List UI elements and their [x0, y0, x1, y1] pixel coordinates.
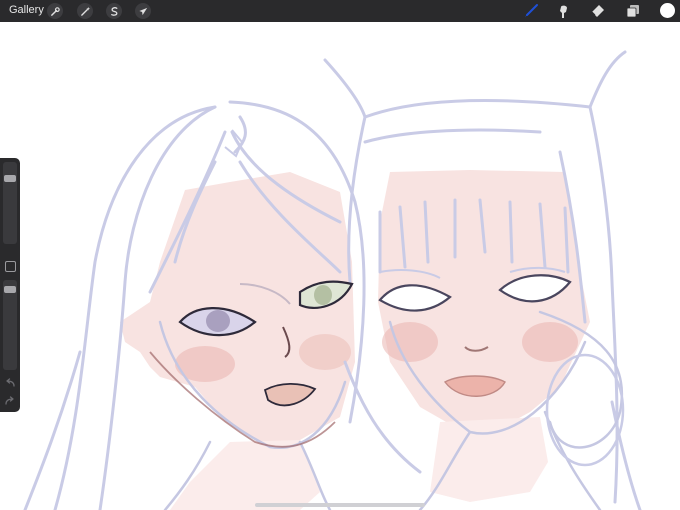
- opacity-thumb[interactable]: [4, 285, 16, 293]
- redo-arrow-icon[interactable]: [4, 396, 16, 406]
- drawing-canvas[interactable]: [0, 22, 680, 510]
- modify-button[interactable]: [5, 261, 16, 272]
- right-blush-right: [522, 322, 578, 362]
- brush-size-thumb[interactable]: [4, 174, 16, 182]
- gallery-button[interactable]: Gallery: [9, 4, 44, 16]
- smudge-icon[interactable]: [555, 2, 573, 20]
- top-toolbar: Gallery: [0, 0, 680, 22]
- selection-icon[interactable]: [106, 3, 122, 19]
- magic-wand-icon[interactable]: [77, 3, 93, 19]
- opacity-slider[interactable]: [3, 280, 17, 370]
- brush-size-slider[interactable]: [3, 162, 17, 244]
- right-neck-skin: [430, 417, 548, 502]
- color-picker-swatch[interactable]: [660, 3, 675, 18]
- layers-icon[interactable]: [624, 2, 642, 20]
- wrench-icon[interactable]: [47, 3, 63, 19]
- brush-icon[interactable]: [522, 2, 540, 20]
- left-blush-right: [299, 334, 351, 370]
- transform-arrow-icon[interactable]: [135, 3, 151, 19]
- undo-arrow-icon[interactable]: [4, 378, 16, 388]
- home-indicator: [255, 503, 425, 507]
- eraser-icon[interactable]: [589, 2, 607, 20]
- left-sidebar: [0, 158, 20, 412]
